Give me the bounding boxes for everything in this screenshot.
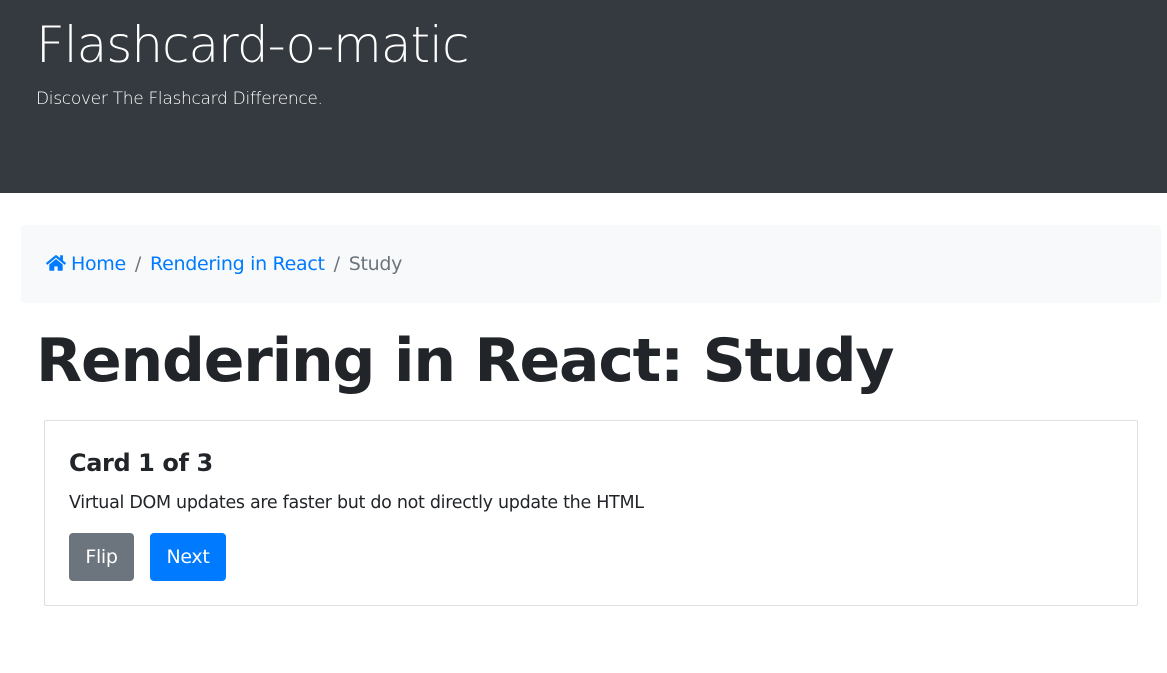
card-text: Virtual DOM updates are faster but do no… <box>69 493 644 513</box>
next-button[interactable]: Next <box>150 533 226 581</box>
card-title: Card 1 of 3 <box>69 449 213 477</box>
breadcrumb-home-link[interactable]: Home <box>46 253 126 275</box>
home-icon <box>46 254 66 272</box>
page-title: Rendering in React: Study <box>36 326 895 396</box>
breadcrumb-home-label: Home <box>71 253 126 275</box>
app-tagline: Discover The Flashcard Difference. <box>36 89 323 109</box>
breadcrumb-separator: / <box>333 253 340 275</box>
header-jumbotron: Flashcard-o-matic Discover The Flashcard… <box>0 0 1167 193</box>
flip-button[interactable]: Flip <box>69 533 134 581</box>
breadcrumb: Home / Rendering in React / Study <box>21 225 1161 303</box>
breadcrumb-deck-link[interactable]: Rendering in React <box>150 253 325 275</box>
breadcrumb-current: Study <box>348 253 403 275</box>
flashcard: Card 1 of 3 Virtual DOM updates are fast… <box>44 420 1138 606</box>
breadcrumb-separator: / <box>134 253 142 275</box>
app-title: Flashcard-o-matic <box>36 16 469 74</box>
